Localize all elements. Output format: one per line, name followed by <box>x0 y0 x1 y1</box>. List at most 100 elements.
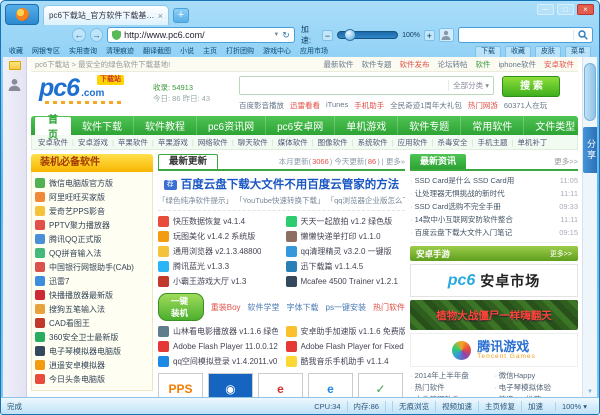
status-button[interactable]: 无痕浏览 <box>392 401 435 412</box>
list-item[interactable]: 腾讯QQ正式版 <box>35 232 149 246</box>
tab-latest-news[interactable]: 最新资讯 <box>410 154 466 169</box>
search-category-dropdown[interactable]: 全部分类 ▾ <box>448 80 489 91</box>
refresh-icon[interactable]: ↻ <box>282 30 290 41</box>
topbar-link[interactable]: 软件专题 <box>361 59 391 70</box>
site-search-input[interactable] <box>244 81 448 90</box>
list-item[interactable]: Adobe Flash Player for Fixed <box>286 339 406 354</box>
list-item[interactable]: 爱奇艺PPS影音 <box>35 204 149 218</box>
url-dropdown-icon[interactable]: ▼ <box>273 32 279 38</box>
side-panel-folder-icon[interactable] <box>9 61 21 70</box>
list-item[interactable]: 中国银行网银助手(CAb) <box>35 260 149 274</box>
featured-headline[interactable]: 荐百度云盘下载大文件不用百度云管家的方法 <box>158 176 405 192</box>
page-zoom-control[interactable]: 100% ▾ <box>555 402 593 411</box>
hot-keyword-link[interactable]: 热门网游 <box>468 100 498 111</box>
zoom-in-button[interactable]: + <box>424 30 435 41</box>
maximize-button[interactable]: □ <box>557 4 574 15</box>
minimize-button[interactable]: ─ <box>537 4 554 15</box>
app-tile[interactable]: e 百度浏览器 <box>258 373 303 397</box>
subnav-link[interactable]: 聊天软件 <box>228 137 268 148</box>
hot-keyword-link[interactable]: iTunes <box>326 100 348 111</box>
browser-search-box[interactable] <box>458 27 593 43</box>
list-item[interactable]: 快压数据恢复 v4.1.4 <box>158 214 278 229</box>
toolbar-item[interactable]: 网银专区 <box>32 46 60 56</box>
scrollbar[interactable]: 分享 ▼ <box>582 57 597 397</box>
subnav-link[interactable]: 系统软件 <box>348 137 388 148</box>
list-item[interactable]: 让处理器无惧挑战的新时代 11:11 <box>410 187 578 200</box>
list-item[interactable]: 小霸王游戏大厅 v1.3 <box>158 274 278 289</box>
counter-text[interactable]: 86 <box>368 157 376 166</box>
featured-headline-text[interactable]: 百度云盘下载大文件不用百度云管家的方法 <box>181 179 400 191</box>
subnav-link[interactable]: 苹果软件 <box>108 137 148 148</box>
list-item[interactable]: 安卓助手加速版 v1.1.6 免费版 <box>286 324 406 339</box>
game-ad-banner[interactable]: 植物大战僵尸一样嗨翻天 <box>410 300 578 330</box>
status-button[interactable]: 视频加速 <box>435 401 478 412</box>
close-button[interactable]: × <box>577 4 594 15</box>
counter-text[interactable]: ) | 更多» <box>377 156 405 167</box>
list-item[interactable]: Mcafee 4500 Trainer v1.2.1 <box>286 274 406 289</box>
list-item[interactable]: SSD Card是什么 SSD Card用 11:05 <box>410 174 578 187</box>
nav-item[interactable]: pc6资讯网 <box>197 116 266 135</box>
list-item[interactable]: 快播播放器最新版 <box>35 288 149 302</box>
android-market-banner[interactable]: pc6 安卓市场 <box>410 264 578 297</box>
list-item[interactable]: CAD看图王 <box>35 316 149 330</box>
list-item[interactable]: 迅雷7 <box>35 274 149 288</box>
status-button[interactable]: 主页修复 <box>478 401 521 412</box>
bottom-link[interactable]: 热门软件 <box>410 382 494 394</box>
browser-search-input[interactable] <box>463 31 573 40</box>
list-item[interactable]: 电子琴模拟器电脑版 <box>35 344 149 358</box>
browser-menu-button[interactable] <box>5 4 39 25</box>
back-button[interactable]: ← <box>72 28 85 42</box>
counter-text[interactable]: 3066 <box>312 157 329 166</box>
search-button[interactable]: 搜 索 <box>502 76 560 97</box>
toolbar-item[interactable]: 应用市场 <box>300 46 328 56</box>
list-item[interactable]: QQ拼音输入法 <box>35 246 149 260</box>
subnav-link[interactable]: 单机补丁 <box>507 137 547 148</box>
app-tile[interactable]: ◉ 驱动人生 <box>208 373 253 397</box>
toolbar-item[interactable]: 小说 <box>180 46 194 56</box>
topbar-link[interactable]: iphone软件 <box>498 59 536 70</box>
list-item[interactable]: 360安全卫士最新版 <box>35 330 149 344</box>
site-search-box[interactable]: 全部分类 ▾ <box>239 76 494 95</box>
scroll-down-arrow[interactable]: ▼ <box>583 389 597 395</box>
zoom-slider-thumb[interactable] <box>344 29 356 41</box>
side-panel-user-icon[interactable] <box>8 78 21 91</box>
url-text[interactable]: http://www.pc6.com/ <box>124 30 270 40</box>
quick-link[interactable]: ps一键安装 <box>326 302 366 313</box>
nav-item[interactable]: 文件类型 <box>524 116 582 135</box>
search-icon[interactable] <box>573 30 588 40</box>
new-tab-button[interactable]: + <box>173 8 189 23</box>
subnav-link[interactable]: 图像软件 <box>308 137 348 148</box>
topbar-link[interactable]: 最新软件 <box>323 59 353 70</box>
list-item[interactable]: 懒懒快递单打印 v1.1.0 <box>286 229 406 244</box>
tencent-games-banner[interactable]: 腾讯游戏 Tencent Games <box>410 333 578 367</box>
app-tile[interactable]: PPS PPS影音 <box>158 373 203 397</box>
list-item[interactable]: 今日头条电脑版 <box>35 372 149 386</box>
zoom-out-button[interactable]: − <box>322 30 333 41</box>
list-item[interactable]: 腾讯蓝光 v1.3.3 <box>158 259 278 274</box>
list-item[interactable]: 微信电脑版官方版 <box>35 176 149 190</box>
toolbar-item[interactable]: 清理痕迹 <box>106 46 134 56</box>
counter-text[interactable]: ) 今天更新( <box>330 156 367 167</box>
subnav-link[interactable]: 网络软件 <box>188 137 228 148</box>
toolbar-item[interactable]: 主页 <box>203 46 217 56</box>
bottom-link[interactable]: 电子琴模拟体验 <box>494 382 578 394</box>
subnav-link[interactable]: 安卓软件 <box>38 137 68 148</box>
news-more-link[interactable]: 更多>> <box>554 156 578 169</box>
list-item[interactable]: Adobe Flash Player 11.0.0.12 <box>158 339 278 354</box>
list-item[interactable]: 通用浏览器 v2.1.3.48800 <box>158 244 278 259</box>
toolbar-item[interactable]: 翻译截图 <box>143 46 171 56</box>
nav-item[interactable]: 单机游戏 <box>335 116 398 135</box>
subnav-link[interactable]: 应用软件 <box>388 137 428 148</box>
toolbar-item[interactable]: 游戏中心 <box>263 46 291 56</box>
topbar-link[interactable]: 安卓软件 <box>544 59 574 70</box>
app-tile[interactable]: e IE浏览器 <box>308 373 353 397</box>
list-item[interactable]: 14款中小互联网安防软件整合 11:11 <box>410 213 578 226</box>
quick-link[interactable]: 热门软件 <box>373 302 405 313</box>
list-item[interactable]: 酷我音乐手机助手 v1.1.4 <box>286 354 406 369</box>
hot-keyword-link[interactable]: 全民奇迹1周年大礼包 <box>390 100 462 111</box>
nav-item[interactable]: 软件教程 <box>134 116 197 135</box>
hot-keyword-link[interactable]: 迅雷看看 <box>290 100 320 111</box>
address-bar[interactable]: http://www.pc6.com/ ▼ ↻ <box>107 27 295 43</box>
list-item[interactable]: 百度云盘下载大文件入门笔记 09:15 <box>410 226 578 239</box>
share-side-tab[interactable]: 分享 <box>583 127 597 173</box>
